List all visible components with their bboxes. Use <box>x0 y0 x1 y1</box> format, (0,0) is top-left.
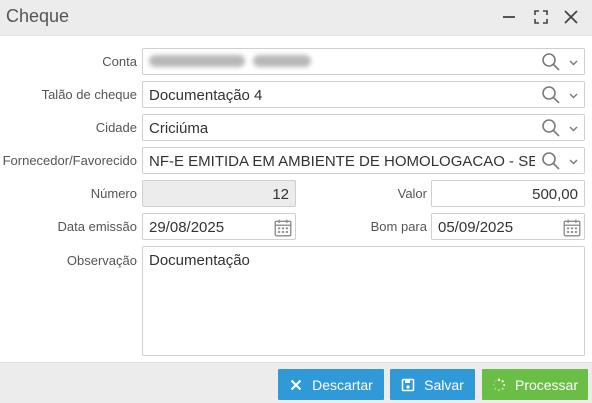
chevron-down-icon[interactable] <box>568 123 579 134</box>
fornecedor-value: NF-E EMITIDA EM AMBIENTE DE HOMOLOGACAO … <box>149 153 535 170</box>
calendar-icon[interactable] <box>273 218 292 237</box>
bom-para-value: 05/09/2025 <box>438 219 514 236</box>
process-button-label: Processar <box>514 376 579 393</box>
save-button-label: Salvar <box>424 376 464 393</box>
chevron-down-icon[interactable] <box>568 57 579 68</box>
minimize-icon[interactable] <box>500 8 518 26</box>
maximize-icon[interactable] <box>532 8 550 26</box>
valor-value: 500,00 <box>532 186 578 203</box>
search-icon[interactable] <box>541 118 561 138</box>
search-icon[interactable] <box>541 85 561 105</box>
valor-field[interactable]: 500,00 <box>431 180 585 207</box>
cidade-value: Criciúma <box>149 120 209 137</box>
calendar-icon[interactable] <box>562 218 581 237</box>
conta-label: Conta <box>102 54 137 69</box>
data-emissao-label: Data emissão <box>57 219 137 234</box>
bom-para-label: Bom para <box>370 219 427 234</box>
talao-value: Documentação 4 <box>149 87 263 104</box>
cidade-select[interactable]: Criciúma <box>142 114 585 141</box>
bom-para-field[interactable]: 05/09/2025 <box>431 213 585 240</box>
x-icon <box>290 379 302 390</box>
spinner-icon <box>492 378 506 391</box>
search-icon[interactable] <box>541 52 561 72</box>
window-title: Cheque <box>6 6 70 26</box>
cidade-label: Cidade <box>95 120 137 135</box>
numero-value: 12 <box>272 186 289 203</box>
talao-label: Talão de cheque <box>41 87 137 102</box>
chevron-down-icon[interactable] <box>568 90 579 101</box>
valor-label: Valor <box>397 186 427 201</box>
footer-toolbar: Descartar Salvar Processar <box>0 362 592 403</box>
search-icon[interactable] <box>541 151 561 171</box>
close-icon[interactable] <box>562 8 580 26</box>
floppy-icon <box>401 378 415 391</box>
process-button[interactable]: Processar <box>482 369 588 400</box>
discard-button[interactable]: Descartar <box>278 369 384 400</box>
fornecedor-select[interactable]: NF-E EMITIDA EM AMBIENTE DE HOMOLOGACAO … <box>142 147 585 174</box>
conta-select[interactable] <box>142 48 585 75</box>
observacao-value: Documentação <box>149 252 250 269</box>
data-emissao-field[interactable]: 29/08/2025 <box>142 213 296 240</box>
save-button[interactable]: Salvar <box>390 369 475 400</box>
fornecedor-label: Fornecedor/Favorecido <box>2 153 137 168</box>
observacao-textarea[interactable]: Documentação <box>142 246 585 356</box>
discard-button-label: Descartar <box>312 376 373 393</box>
numero-label: Número <box>90 186 137 201</box>
talao-select[interactable]: Documentação 4 <box>142 81 585 108</box>
title-bar: Cheque <box>0 0 592 36</box>
observacao-label: Observação <box>66 253 137 268</box>
conta-value-redacted <box>149 55 311 69</box>
data-emissao-value: 29/08/2025 <box>149 219 225 236</box>
chevron-down-icon[interactable] <box>568 156 579 167</box>
numero-field: 12 <box>142 180 296 207</box>
